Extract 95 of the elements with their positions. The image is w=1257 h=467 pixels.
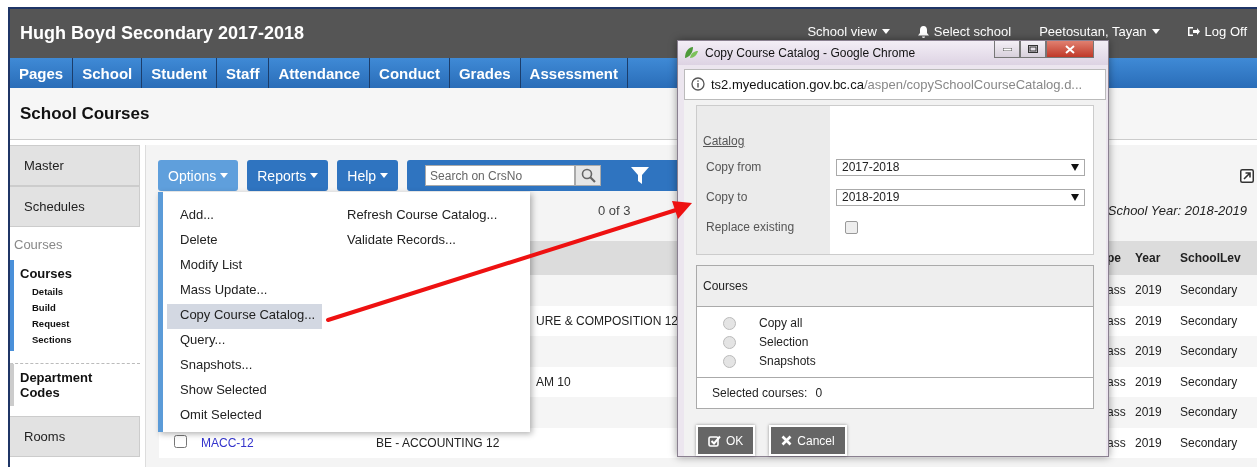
table-cell: Secondary [1180, 283, 1238, 298]
table-cell: Secondary [1180, 374, 1238, 389]
check-icon [708, 434, 721, 447]
caret-icon [1151, 29, 1160, 34]
menu-item[interactable]: Refresh Course Catalog... [334, 204, 504, 229]
menu-item[interactable]: Snapshots... [167, 354, 322, 379]
select-field[interactable]: 2018-2019 [836, 188, 1085, 206]
school-title: Hugh Boyd Secondary 2017-2018 [20, 23, 305, 44]
table-cell: AM 10 [536, 374, 571, 389]
school-year: School Year: 2018-2019 [1107, 203, 1247, 218]
side-tab[interactable]: Schedules [10, 186, 140, 227]
side-subitem[interactable]: Details [20, 286, 140, 297]
record-count: 0 of 3 [598, 203, 631, 218]
checkbox[interactable] [845, 220, 858, 234]
dropdown-arrow-icon [1071, 163, 1079, 171]
dropdown-arrow-icon [1071, 193, 1079, 201]
minimize-icon [1002, 47, 1012, 51]
course-code-link[interactable]: MACC-12 [201, 436, 254, 451]
menu-button[interactable]: Help [337, 160, 399, 191]
table-cell: 2019 [1135, 344, 1162, 359]
dropdown-link[interactable]: Peetosutan, Tayan [1039, 24, 1160, 39]
search-icon [580, 168, 596, 183]
menu-item[interactable]: Validate Records... [334, 229, 504, 254]
field-label: Replace existing [706, 220, 795, 234]
row-checkbox[interactable] [174, 434, 187, 448]
table-cell: Secondary [1180, 405, 1238, 420]
leaf-icon [684, 46, 699, 60]
panel-heading: Courses [703, 279, 748, 293]
cancel-button[interactable]: Cancel [769, 425, 847, 456]
menu-button[interactable]: Reports [247, 160, 329, 191]
field-label: Copy from [706, 160, 762, 174]
catalog-link[interactable]: Catalog [703, 134, 745, 148]
maximize-button[interactable] [1020, 41, 1046, 58]
caret-icon [220, 173, 229, 178]
side-subitem[interactable]: Sections [20, 334, 140, 345]
radio-button[interactable] [723, 335, 736, 349]
menu-item[interactable]: Mass Update... [167, 279, 322, 304]
radio-label: Copy all [759, 316, 803, 330]
side-item[interactable]: Department Codes [20, 370, 115, 400]
header-link[interactable]: Log Off [1187, 24, 1247, 39]
menu-item[interactable]: Query... [167, 329, 322, 354]
search-field[interactable]: Search on CrsNo [425, 165, 576, 186]
expand-icon[interactable] [1240, 168, 1254, 183]
url-text: ts2.myeducation.gov.bc.ca/aspen/copySchoolCourseCatalog.d... [711, 76, 1083, 92]
close-button[interactable] [1046, 41, 1094, 58]
table-cell: 2019 [1135, 405, 1162, 420]
menu-item[interactable]: Modify List [167, 254, 322, 279]
x-icon [781, 435, 793, 446]
menu-item[interactable]: Show Selected [167, 379, 322, 404]
close-icon [1065, 44, 1075, 54]
side-subitem[interactable]: Request [20, 318, 140, 329]
caret-icon [310, 173, 319, 178]
ok-button[interactable]: OK [696, 425, 756, 456]
caret-icon [881, 29, 890, 34]
side-item[interactable]: Courses [20, 266, 115, 281]
minimize-button[interactable] [994, 41, 1020, 58]
filter-icon[interactable] [631, 167, 650, 184]
menu-item[interactable]: Delete [167, 229, 322, 254]
table-cell: 2019 [1135, 374, 1162, 389]
menu-item[interactable]: Copy Course Catalog... [167, 304, 322, 329]
table-cell: Secondary [1180, 435, 1238, 450]
search-button[interactable] [575, 165, 602, 186]
dropdown-link[interactable]: School view [807, 24, 890, 39]
menu-item[interactable]: Add... [167, 204, 322, 229]
table-cell: Secondary [1180, 313, 1238, 328]
logout-icon [1187, 26, 1200, 37]
table-cell: Secondary [1180, 344, 1238, 359]
maximize-icon [1028, 45, 1038, 53]
window-title: Copy Course Catalog - Google Chrome [705, 45, 916, 60]
menu-item[interactable]: Omit Selected [167, 404, 322, 429]
field-label: Copy to [706, 190, 748, 204]
count-label: Selected courses: [712, 386, 808, 400]
bell-icon [917, 25, 929, 38]
address-bar[interactable]: ts2.myeducation.gov.bc.ca/aspen/copySchoolCourseCatalog.d... [684, 68, 1106, 100]
select-field[interactable]: 2017-2018 [836, 158, 1085, 176]
side-tab[interactable]: Master [10, 145, 140, 186]
table-cell: BE - ACCOUNTING 12 [376, 435, 500, 450]
radio-button[interactable] [723, 316, 736, 330]
table-cell: 2019 [1135, 283, 1162, 298]
header-link[interactable]: Select school [917, 24, 1012, 39]
table-cell: URE & COMPOSITION 12 [536, 313, 679, 328]
radio-label: Selection [759, 335, 809, 349]
column-header[interactable]: Year [1135, 251, 1180, 265]
side-subitem[interactable]: Build [20, 302, 140, 313]
caret-icon [380, 173, 389, 178]
column-header[interactable]: SchoolLev [1180, 251, 1257, 265]
side-tab[interactable]: Rooms [10, 416, 140, 457]
page-title: School Courses [20, 103, 150, 124]
info-icon [691, 77, 705, 92]
count-value: 0 [815, 386, 823, 400]
radio-label: Snapshots [759, 354, 816, 368]
table-cell: 2019 [1135, 313, 1162, 328]
table-cell: 2019 [1135, 435, 1162, 450]
side-heading: Courses [13, 236, 64, 254]
radio-button[interactable] [723, 354, 736, 368]
